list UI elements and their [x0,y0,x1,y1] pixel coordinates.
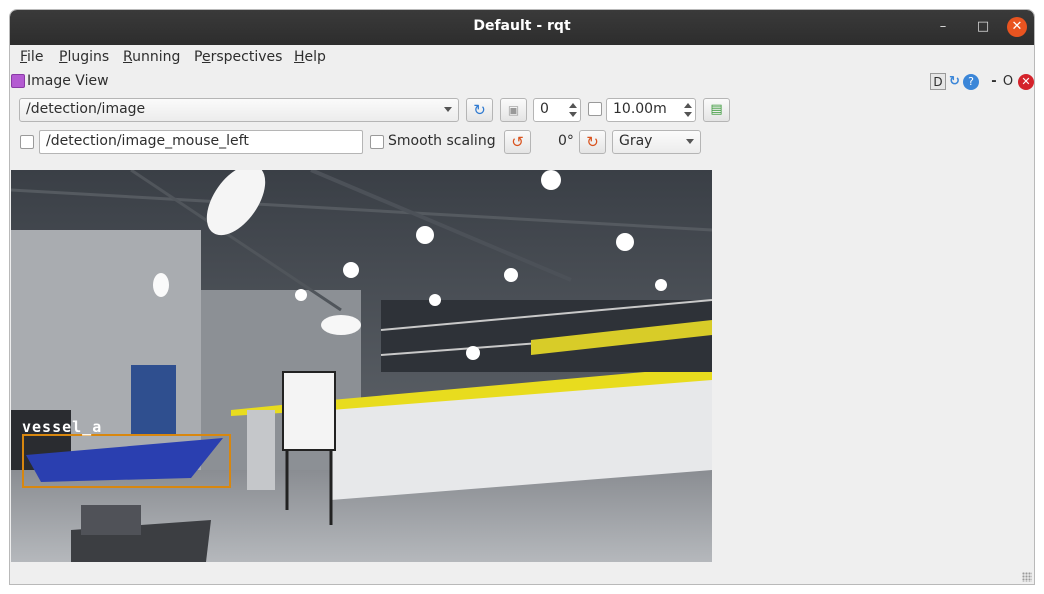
mouse-topic-field[interactable]: /detection/image_mouse_left [39,130,363,154]
topic-select[interactable]: /detection/image [19,98,459,122]
window-title: Default - rqt [473,18,571,34]
minimize-icon[interactable]: – [933,17,953,37]
color-scheme-value: Gray [619,133,653,149]
duration-spinbox[interactable]: 10.00m [606,98,696,122]
menu-running[interactable]: Running [123,49,180,65]
rotate-left-icon: ↺ [511,133,524,151]
rotation-label: 0° [558,133,574,149]
dock-d-button[interactable]: D [930,73,946,90]
camera-image-scene [11,170,712,562]
chevron-down-icon [444,107,452,112]
menu-perspectives[interactable]: Perspectives [194,49,282,65]
color-scheme-select[interactable]: Gray [612,130,701,154]
spin-up-icon[interactable] [684,103,692,108]
topic-select-value: /detection/image [26,101,146,117]
dock-float-button[interactable]: O [1002,73,1014,90]
dock-minimize-button[interactable]: - [988,73,1000,90]
spin-up-icon[interactable] [569,103,577,108]
menu-perspectives-rest: rspectives [210,49,283,65]
image-view-plugin-icon [11,74,25,88]
dynamic-range-icon: ▣ [507,103,520,117]
close-icon[interactable]: ✕ [1007,17,1027,37]
duration-value: 10.00m [613,101,667,117]
rotate-left-button[interactable]: ↺ [504,130,531,154]
smooth-scaling-checkbox[interactable] [370,135,384,149]
duration-checkbox[interactable] [588,102,602,116]
menu-help[interactable]: Help [294,49,326,65]
dock-title-bar: Image View D ↻ ? - O ✕ [10,71,1034,93]
rotate-right-icon: ↻ [586,133,599,151]
rotate-right-button[interactable]: ↻ [579,130,606,154]
reload-icon[interactable]: ↻ [946,73,963,90]
chevron-down-icon [686,139,694,144]
menu-file-rest: ile [27,49,44,65]
menu-plugins-rest: lugins [67,49,110,65]
refresh-icon: ↻ [473,101,486,119]
menu-running-rest: unning [132,49,181,65]
menu-plugins[interactable]: Plugins [59,49,109,65]
max-depth-spinbox[interactable]: 0 [533,98,581,122]
refresh-topics-button[interactable]: ↻ [466,98,493,122]
camera-image[interactable]: vessel_a [11,170,712,562]
smooth-scaling-label: Smooth scaling [388,133,496,149]
detection-bounding-box [22,434,231,488]
dock-title: Image View [27,73,109,89]
spin-down-icon[interactable] [569,112,577,117]
menu-perspectives-pre: P [194,49,202,65]
title-bar: Default - rqt – □ ✕ [10,10,1034,45]
spin-down-icon[interactable] [684,112,692,117]
dynamic-range-button[interactable]: ▣ [500,98,527,122]
menu-file[interactable]: File [20,49,43,65]
save-image-button[interactable]: ▤ [703,98,730,122]
menu-help-rest: elp [304,49,326,65]
rqt-window: Default - rqt – □ ✕ File Plugins Running… [9,9,1035,585]
spinbox-value: 0 [540,101,549,117]
publish-click-checkbox[interactable] [20,135,34,149]
save-image-icon: ▤ [710,102,723,117]
menu-bar: File Plugins Running Perspectives Help [10,45,1034,71]
help-icon[interactable]: ? [963,74,979,90]
maximize-icon[interactable]: □ [973,17,993,37]
detection-label: vessel_a [22,418,103,436]
dock-close-icon[interactable]: ✕ [1018,74,1034,90]
resize-grip-icon[interactable] [1022,572,1032,582]
